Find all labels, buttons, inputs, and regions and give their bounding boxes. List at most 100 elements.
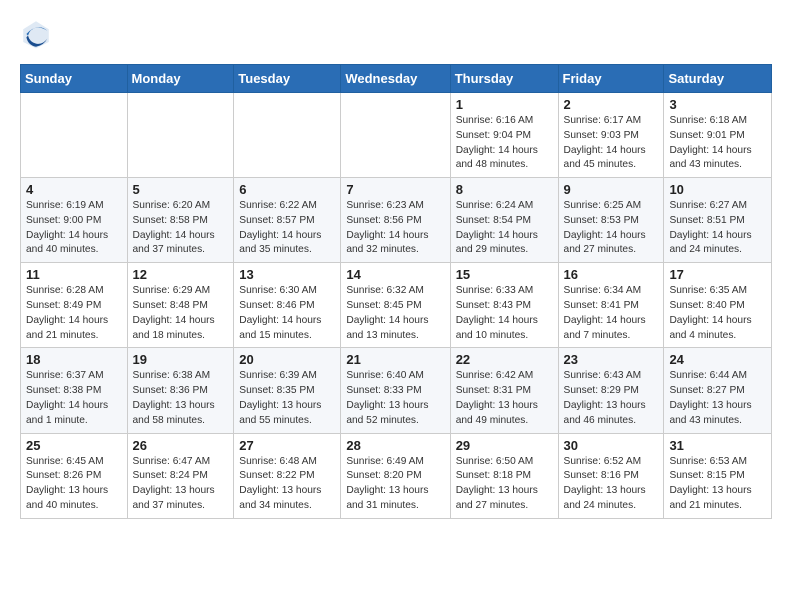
calendar-header-wednesday: Wednesday	[341, 65, 450, 93]
day-number: 26	[133, 438, 229, 453]
calendar-cell: 19Sunrise: 6:38 AM Sunset: 8:36 PM Dayli…	[127, 348, 234, 433]
calendar-cell: 16 Sunrise: 6:34 AM Sunset: 8:41 PM Dayli…	[558, 263, 664, 348]
day-info: Sunrise: 6:27 AM Sunset: 8:51 PM Dayligh…	[669, 199, 766, 258]
calendar-cell: 24 Sunrise: 6:44 AM Sunset: 8:27 PM Dayli…	[664, 348, 772, 433]
day-info: Sunrise: 6:40 AM Sunset: 8:33 PM Dayligh…	[346, 369, 444, 428]
day-number: 14	[346, 267, 444, 282]
day-number: 6	[239, 182, 335, 197]
day-info: Sunrise: 6:18 AM Sunset: 9:01 PM Dayligh…	[669, 114, 766, 173]
page: SundayMondayTuesdayWednesdayThursdayFrid…	[0, 0, 792, 533]
calendar-cell: 4 Sunrise: 6:19 AM Sunset: 9:00 PM Daylig…	[21, 178, 128, 263]
calendar-week-row: 18 Sunrise: 6:37 AM Sunset: 8:38 PM Dayli…	[21, 348, 772, 433]
calendar-table: SundayMondayTuesdayWednesdayThursdayFrid…	[20, 64, 772, 519]
day-number: 18	[26, 352, 122, 367]
day-number: 4	[26, 182, 122, 197]
calendar-cell: 3 Sunrise: 6:18 AM Sunset: 9:01 PM Daylig…	[664, 93, 772, 178]
day-number: 29	[456, 438, 553, 453]
header	[20, 18, 772, 50]
calendar-cell: 13Sunrise: 6:30 AM Sunset: 8:46 PM Dayli…	[234, 263, 341, 348]
day-number: 1	[456, 97, 553, 112]
day-info: Sunrise: 6:34 AM Sunset: 8:41 PM Dayligh…	[564, 284, 659, 343]
calendar-cell: 22 Sunrise: 6:42 AM Sunset: 8:31 PM Dayli…	[450, 348, 558, 433]
calendar-header-row: SundayMondayTuesdayWednesdayThursdayFrid…	[21, 65, 772, 93]
calendar-cell: 1 Sunrise: 6:16 AM Sunset: 9:04 PM Daylig…	[450, 93, 558, 178]
calendar-cell: 25 Sunrise: 6:45 AM Sunset: 8:26 PM Dayli…	[21, 433, 128, 518]
day-info: Sunrise: 6:50 AM Sunset: 8:18 PM Dayligh…	[456, 455, 553, 514]
day-info: Sunrise: 6:42 AM Sunset: 8:31 PM Dayligh…	[456, 369, 553, 428]
day-info: Sunrise: 6:17 AM Sunset: 9:03 PM Dayligh…	[564, 114, 659, 173]
day-number: 15	[456, 267, 553, 282]
day-info: Sunrise: 6:45 AM Sunset: 8:26 PM Dayligh…	[26, 455, 122, 514]
calendar-cell: 18 Sunrise: 6:37 AM Sunset: 8:38 PM Dayli…	[21, 348, 128, 433]
day-info: Sunrise: 6:32 AM Sunset: 8:45 PM Dayligh…	[346, 284, 444, 343]
day-number: 3	[669, 97, 766, 112]
day-info: Sunrise: 6:24 AM Sunset: 8:54 PM Dayligh…	[456, 199, 553, 258]
logo	[20, 18, 58, 50]
day-info: Sunrise: 6:43 AM Sunset: 8:29 PM Dayligh…	[564, 369, 659, 428]
day-info: Sunrise: 6:48 AM Sunset: 8:22 PM Dayligh…	[239, 455, 335, 514]
calendar-cell: 12 Sunrise: 6:29 AM Sunset: 8:48 PM Dayli…	[127, 263, 234, 348]
day-info: Sunrise: 6:28 AM Sunset: 8:49 PM Dayligh…	[26, 284, 122, 343]
calendar-cell	[341, 93, 450, 178]
day-number: 20	[239, 352, 335, 367]
calendar-header-tuesday: Tuesday	[234, 65, 341, 93]
day-info: Sunrise: 6:49 AM Sunset: 8:20 PM Dayligh…	[346, 455, 444, 514]
calendar-week-row: 1 Sunrise: 6:16 AM Sunset: 9:04 PM Daylig…	[21, 93, 772, 178]
calendar-cell: 30 Sunrise: 6:52 AM Sunset: 8:16 PM Dayli…	[558, 433, 664, 518]
day-number: 11	[26, 267, 122, 282]
day-info: Sunrise: 6:47 AM Sunset: 8:24 PM Dayligh…	[133, 455, 229, 514]
calendar-cell	[21, 93, 128, 178]
calendar-week-row: 11 Sunrise: 6:28 AM Sunset: 8:49 PM Dayli…	[21, 263, 772, 348]
calendar-header-saturday: Saturday	[664, 65, 772, 93]
calendar-header-friday: Friday	[558, 65, 664, 93]
calendar-header-sunday: Sunday	[21, 65, 128, 93]
calendar-cell	[234, 93, 341, 178]
day-info: Sunrise: 6:44 AM Sunset: 8:27 PM Dayligh…	[669, 369, 766, 428]
day-number: 30	[564, 438, 659, 453]
day-number: 22	[456, 352, 553, 367]
day-info: Sunrise: 6:29 AM Sunset: 8:48 PM Dayligh…	[133, 284, 229, 343]
day-number: 19	[133, 352, 229, 367]
calendar-header-thursday: Thursday	[450, 65, 558, 93]
calendar-cell: 9Sunrise: 6:25 AM Sunset: 8:53 PM Daylig…	[558, 178, 664, 263]
day-number: 9	[564, 182, 659, 197]
calendar-cell	[127, 93, 234, 178]
day-number: 24	[669, 352, 766, 367]
day-info: Sunrise: 6:52 AM Sunset: 8:16 PM Dayligh…	[564, 455, 659, 514]
day-number: 2	[564, 97, 659, 112]
calendar-cell: 14 Sunrise: 6:32 AM Sunset: 8:45 PM Dayli…	[341, 263, 450, 348]
day-number: 28	[346, 438, 444, 453]
calendar-cell: 23Sunrise: 6:43 AM Sunset: 8:29 PM Dayli…	[558, 348, 664, 433]
logo-icon	[20, 18, 52, 50]
day-info: Sunrise: 6:22 AM Sunset: 8:57 PM Dayligh…	[239, 199, 335, 258]
calendar-header-monday: Monday	[127, 65, 234, 93]
calendar-cell: 7Sunrise: 6:23 AM Sunset: 8:56 PM Daylig…	[341, 178, 450, 263]
day-number: 31	[669, 438, 766, 453]
calendar-week-row: 25 Sunrise: 6:45 AM Sunset: 8:26 PM Dayli…	[21, 433, 772, 518]
day-info: Sunrise: 6:33 AM Sunset: 8:43 PM Dayligh…	[456, 284, 553, 343]
calendar-cell: 10 Sunrise: 6:27 AM Sunset: 8:51 PM Dayli…	[664, 178, 772, 263]
calendar-cell: 6 Sunrise: 6:22 AM Sunset: 8:57 PM Daylig…	[234, 178, 341, 263]
day-number: 21	[346, 352, 444, 367]
day-number: 7	[346, 182, 444, 197]
calendar-week-row: 4 Sunrise: 6:19 AM Sunset: 9:00 PM Daylig…	[21, 178, 772, 263]
calendar-cell: 28 Sunrise: 6:49 AM Sunset: 8:20 PM Dayli…	[341, 433, 450, 518]
calendar-cell: 8 Sunrise: 6:24 AM Sunset: 8:54 PM Daylig…	[450, 178, 558, 263]
calendar-cell: 17Sunrise: 6:35 AM Sunset: 8:40 PM Dayli…	[664, 263, 772, 348]
day-number: 12	[133, 267, 229, 282]
calendar-cell: 21 Sunrise: 6:40 AM Sunset: 8:33 PM Dayli…	[341, 348, 450, 433]
day-number: 13	[239, 267, 335, 282]
calendar-cell: 11 Sunrise: 6:28 AM Sunset: 8:49 PM Dayli…	[21, 263, 128, 348]
day-number: 25	[26, 438, 122, 453]
calendar-cell: 20Sunrise: 6:39 AM Sunset: 8:35 PM Dayli…	[234, 348, 341, 433]
day-info: Sunrise: 6:16 AM Sunset: 9:04 PM Dayligh…	[456, 114, 553, 173]
calendar-cell: 26 Sunrise: 6:47 AM Sunset: 8:24 PM Dayli…	[127, 433, 234, 518]
day-number: 16	[564, 267, 659, 282]
day-number: 5	[133, 182, 229, 197]
day-info: Sunrise: 6:37 AM Sunset: 8:38 PM Dayligh…	[26, 369, 122, 428]
day-info: Sunrise: 6:19 AM Sunset: 9:00 PM Dayligh…	[26, 199, 122, 258]
day-info: Sunrise: 6:35 AM Sunset: 8:40 PM Dayligh…	[669, 284, 766, 343]
day-number: 10	[669, 182, 766, 197]
day-info: Sunrise: 6:53 AM Sunset: 8:15 PM Dayligh…	[669, 455, 766, 514]
day-number: 8	[456, 182, 553, 197]
